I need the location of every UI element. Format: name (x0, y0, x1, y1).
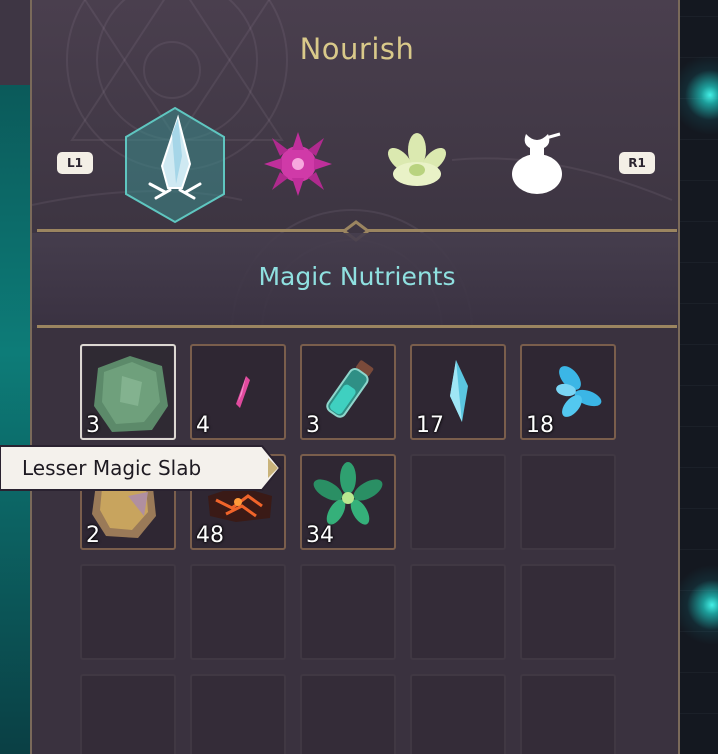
inventory-grid: 3 4 3 17 18 2 48 34 (32, 328, 678, 754)
background-left-glow (0, 85, 30, 754)
inventory-slot-empty[interactable] (520, 454, 616, 550)
item-count: 4 (196, 413, 210, 438)
inventory-slot-empty[interactable] (410, 454, 506, 550)
inventory-slot[interactable]: 17 (410, 344, 506, 440)
tab-crystal[interactable] (120, 104, 230, 226)
sack-icon (512, 132, 562, 194)
inventory-slot[interactable]: 3 (300, 344, 396, 440)
inventory-slot-empty[interactable] (410, 674, 506, 754)
nourish-panel: Nourish L1 R1 Magic Nutrients 3 4 3 17 1… (30, 0, 680, 754)
tab-leaf-bloom[interactable] (382, 130, 452, 196)
inventory-slot-empty[interactable] (80, 564, 176, 660)
inventory-slot-empty[interactable] (190, 564, 286, 660)
inventory-slot-empty[interactable] (520, 674, 616, 754)
item-count: 18 (526, 413, 554, 438)
prev-category-button[interactable]: L1 (57, 152, 93, 174)
inventory-slot[interactable]: 4 (190, 344, 286, 440)
item-count: 3 (306, 413, 320, 438)
leaf-bloom-icon (387, 133, 447, 186)
page-title: Nourish (299, 32, 415, 66)
tooltip-text: Lesser Magic Slab (22, 456, 202, 480)
background-right (680, 0, 718, 754)
tab-magenta-flower[interactable] (258, 126, 338, 202)
inventory-slot-empty[interactable] (520, 564, 616, 660)
inventory-slot-empty[interactable] (300, 564, 396, 660)
item-count: 48 (196, 523, 224, 548)
item-count: 17 (416, 413, 444, 438)
item-tooltip: Lesser Magic Slab (0, 444, 282, 492)
inventory-slot[interactable]: 34 (300, 454, 396, 550)
section-title: Magic Nutrients (258, 262, 456, 291)
tab-sack[interactable] (506, 126, 568, 196)
item-count: 3 (86, 413, 100, 438)
inventory-slot[interactable]: 3 (80, 344, 176, 440)
item-count: 34 (306, 523, 334, 548)
inventory-slot-empty[interactable] (80, 674, 176, 754)
inventory-slot[interactable]: 18 (520, 344, 616, 440)
inventory-slot-empty[interactable] (190, 674, 286, 754)
item-count: 2 (86, 523, 100, 548)
magenta-flower-icon (264, 132, 332, 196)
background-left-top (0, 0, 30, 85)
inventory-slot-empty[interactable] (410, 564, 506, 660)
next-category-button[interactable]: R1 (619, 152, 655, 174)
inventory-slot-empty[interactable] (300, 674, 396, 754)
